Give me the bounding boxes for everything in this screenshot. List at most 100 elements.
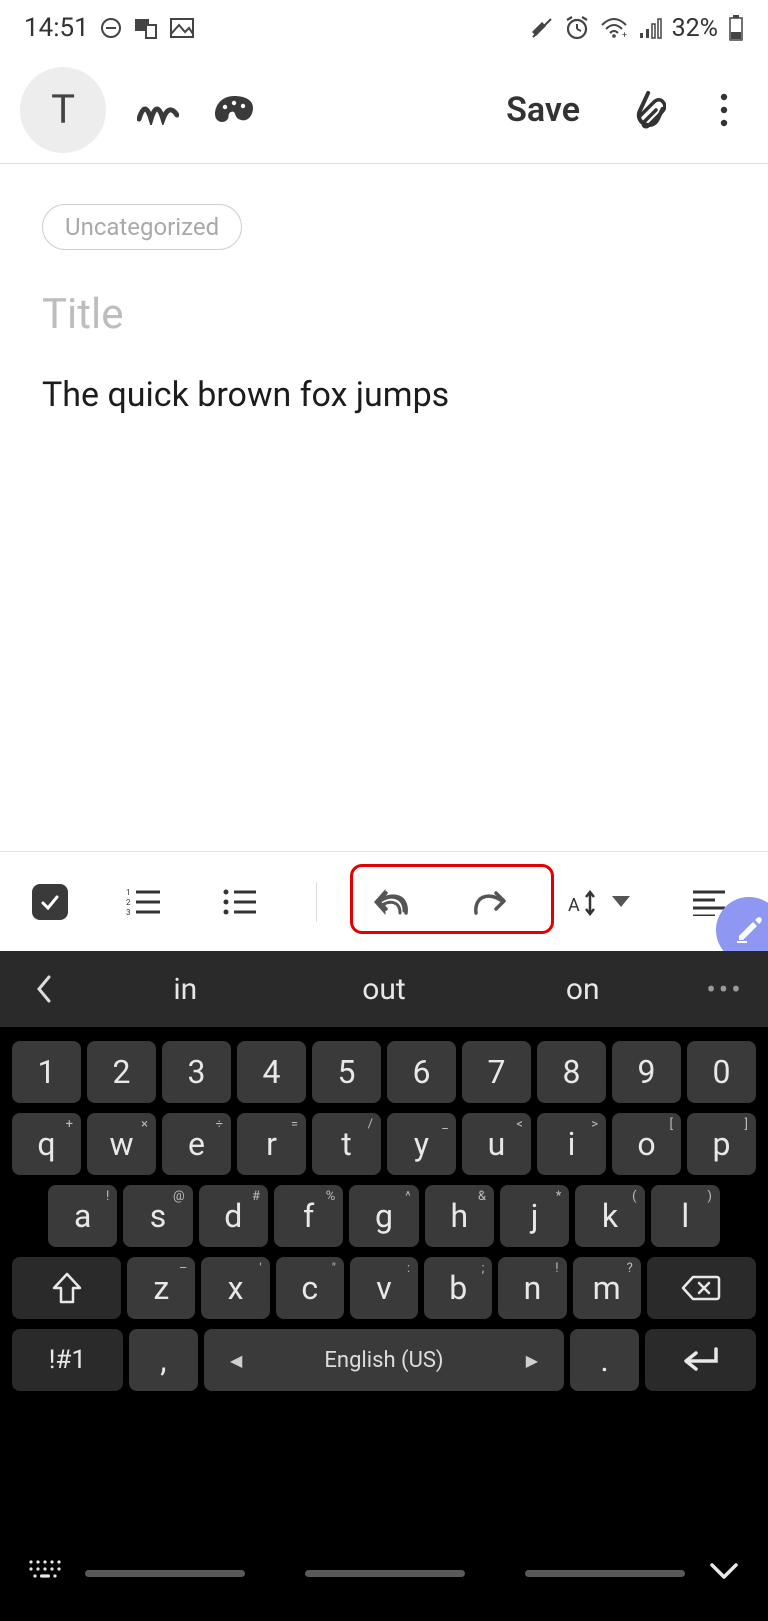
save-button[interactable]: Save — [506, 90, 580, 130]
body-text[interactable]: The quick brown fox jumps — [42, 375, 726, 415]
key-hint: & — [478, 1189, 486, 1204]
key-e[interactable]: e÷ — [162, 1113, 231, 1175]
text-tool-glyph: T — [51, 86, 75, 133]
suggestion-back-button[interactable] — [0, 973, 86, 1005]
next-lang-icon: ▶ — [526, 1351, 538, 1370]
key-q[interactable]: q+ — [12, 1113, 81, 1175]
key-hint: ÷ — [216, 1117, 223, 1132]
numbered-list-button[interactable]: 123 — [124, 882, 164, 922]
nav-home[interactable] — [305, 1570, 465, 1577]
title-input[interactable]: Title — [42, 290, 726, 339]
hide-keyboard-button[interactable] — [708, 1561, 740, 1585]
more-button[interactable] — [700, 86, 748, 134]
comma-key[interactable]: , — [129, 1329, 198, 1391]
key-o[interactable]: o[ — [612, 1113, 681, 1175]
key-s[interactable]: s@ — [123, 1185, 192, 1247]
space-key[interactable]: ◀ English (US) ▶ — [204, 1329, 564, 1391]
key-f[interactable]: f% — [274, 1185, 343, 1247]
svg-text:2: 2 — [126, 898, 131, 907]
battery-icon — [728, 15, 744, 41]
key-l[interactable]: l) — [651, 1185, 720, 1247]
key-2[interactable]: 2 — [87, 1041, 156, 1103]
symbols-key[interactable]: !#1 — [12, 1329, 123, 1391]
enter-key[interactable] — [645, 1329, 756, 1391]
key-y[interactable]: y_ — [387, 1113, 456, 1175]
attach-button[interactable] — [624, 86, 672, 134]
key-hint: – — [179, 1261, 188, 1276]
key-c[interactable]: c" — [276, 1257, 344, 1319]
key-n[interactable]: n! — [498, 1257, 566, 1319]
edit-off-icon — [530, 16, 554, 40]
key-hint: ! — [106, 1189, 109, 1204]
keyboard: in out on ••• 1234567890 q+w×e÷r=t/y_u<i… — [0, 951, 768, 1621]
key-hint: ; — [482, 1261, 485, 1276]
key-hint: @ — [173, 1189, 185, 1204]
suggestion-2[interactable]: out — [285, 972, 484, 1007]
key-r[interactable]: r= — [237, 1113, 306, 1175]
key-hint: : — [407, 1261, 410, 1276]
key-1[interactable]: 1 — [12, 1041, 81, 1103]
key-m[interactable]: m? — [573, 1257, 641, 1319]
keyboard-switch-button[interactable] — [28, 1559, 62, 1587]
key-8[interactable]: 8 — [537, 1041, 606, 1103]
key-hint: ) — [707, 1189, 712, 1204]
palette-tool-button[interactable] — [210, 86, 258, 134]
key-0[interactable]: 0 — [687, 1041, 756, 1103]
suggestion-1[interactable]: in — [86, 972, 285, 1007]
editor-area[interactable]: Uncategorized Title The quick brown fox … — [0, 164, 768, 455]
text-tool-button[interactable]: T — [20, 67, 106, 153]
key-x[interactable]: x' — [201, 1257, 269, 1319]
key-h[interactable]: h& — [425, 1185, 494, 1247]
nav-recents[interactable] — [85, 1570, 245, 1577]
key-hint: ^ — [405, 1189, 410, 1204]
svg-text:A: A — [568, 895, 580, 916]
nav-back[interactable] — [525, 1570, 685, 1577]
draw-tool-button[interactable] — [134, 86, 182, 134]
dnd-icon — [99, 16, 123, 40]
key-6[interactable]: 6 — [387, 1041, 456, 1103]
key-9[interactable]: 9 — [612, 1041, 681, 1103]
key-hint: > — [591, 1117, 598, 1132]
key-k[interactable]: k( — [575, 1185, 644, 1247]
svg-text:+: + — [622, 31, 627, 39]
key-hint: ] — [745, 1117, 748, 1132]
key-t[interactable]: t/ — [312, 1113, 381, 1175]
key-b[interactable]: b; — [424, 1257, 492, 1319]
category-chip[interactable]: Uncategorized — [42, 204, 242, 250]
key-hint: + — [66, 1117, 73, 1132]
key-4[interactable]: 4 — [237, 1041, 306, 1103]
key-p[interactable]: p] — [687, 1113, 756, 1175]
key-g[interactable]: g^ — [349, 1185, 418, 1247]
key-j[interactable]: j* — [500, 1185, 569, 1247]
svg-text:3: 3 — [126, 908, 131, 917]
bullet-list-button[interactable] — [220, 882, 260, 922]
period-key[interactable]: . — [570, 1329, 639, 1391]
suggestion-3[interactable]: on — [483, 972, 682, 1007]
key-v[interactable]: v: — [350, 1257, 418, 1319]
key-d[interactable]: d# — [199, 1185, 268, 1247]
shift-key[interactable] — [12, 1257, 121, 1319]
suggestion-more-button[interactable]: ••• — [682, 973, 768, 1006]
key-hint: / — [368, 1117, 373, 1132]
key-5[interactable]: 5 — [312, 1041, 381, 1103]
app-toolbar: T Save — [0, 56, 768, 164]
text-size-button[interactable]: A — [565, 882, 633, 922]
key-hint: * — [556, 1189, 562, 1204]
key-3[interactable]: 3 — [162, 1041, 231, 1103]
key-u[interactable]: u< — [462, 1113, 531, 1175]
key-7[interactable]: 7 — [462, 1041, 531, 1103]
image-icon — [169, 16, 195, 40]
key-a[interactable]: a! — [48, 1185, 117, 1247]
key-z[interactable]: z– — [127, 1257, 195, 1319]
undo-button[interactable] — [373, 882, 413, 922]
key-i[interactable]: i> — [537, 1113, 606, 1175]
backspace-key[interactable] — [647, 1257, 756, 1319]
key-hint: < — [516, 1117, 523, 1132]
checklist-button[interactable] — [32, 884, 68, 920]
redo-button[interactable] — [469, 882, 509, 922]
nav-bar — [0, 1525, 768, 1621]
battery-percent: 32% — [672, 14, 718, 43]
key-hint: × — [141, 1117, 148, 1132]
key-hint: _ — [442, 1117, 448, 1132]
key-w[interactable]: w× — [87, 1113, 156, 1175]
